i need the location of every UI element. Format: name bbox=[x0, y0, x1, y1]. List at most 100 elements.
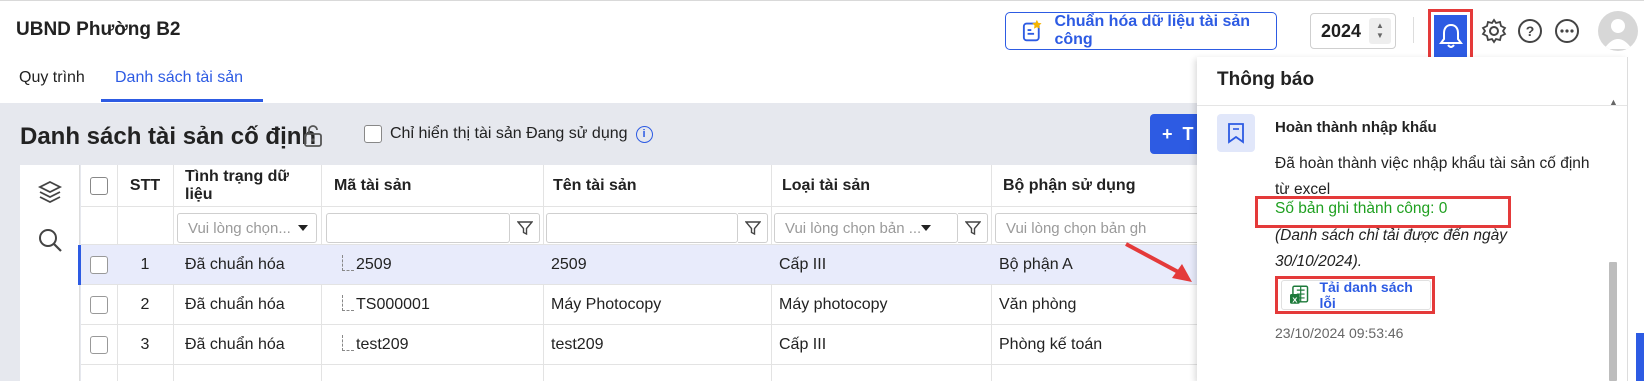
cell-status: Đã chuẩn hóa bbox=[185, 336, 285, 353]
status-filter-placeholder: Vui lòng chọn... bbox=[188, 219, 291, 237]
dept-filter-select[interactable]: Vui lòng chọn bản gh bbox=[995, 213, 1231, 243]
table-row[interactable]: 2 Đã chuẩn hóa TS000001 Máy Photocopy Má… bbox=[81, 285, 1231, 325]
cell-code: 2509 bbox=[356, 256, 392, 273]
cell-dept: Văn phòng bbox=[999, 296, 1077, 313]
app-title: UBND Phường B2 bbox=[16, 19, 181, 40]
annotation-arrow bbox=[1125, 242, 1192, 282]
notification-heading: Hoàn thành nhập khẩu bbox=[1275, 119, 1437, 136]
type-filter-select[interactable]: Vui lòng chọn bản ... bbox=[774, 213, 958, 243]
right-edge-tab[interactable] bbox=[1636, 333, 1644, 381]
download-error-list-label: Tải danh sách lỗi bbox=[1319, 279, 1413, 311]
page-title: Danh sách tài sản cố định bbox=[20, 123, 317, 150]
add-button-label: T bbox=[1182, 123, 1194, 144]
only-in-use-checkbox[interactable] bbox=[364, 125, 382, 143]
year-selector[interactable]: 2024 ▲ ▼ bbox=[1310, 13, 1396, 49]
row-checkbox[interactable] bbox=[90, 336, 108, 354]
asset-table: STT Tình trạng dữ liệu Mã tài sản Tên tà… bbox=[78, 165, 1231, 381]
cell-code: test209 bbox=[356, 336, 409, 353]
cell-stt: 3 bbox=[140, 336, 150, 353]
cell-status: Đã chuẩn hóa bbox=[185, 256, 285, 273]
notification-panel-title: Thông báo bbox=[1217, 69, 1315, 90]
svg-text:?: ? bbox=[1526, 23, 1535, 39]
gear-icon[interactable] bbox=[1480, 17, 1508, 45]
notification-timestamp: 23/10/2024 09:53:46 bbox=[1275, 325, 1404, 341]
download-error-list-button[interactable]: X Tải danh sách lỗi bbox=[1281, 279, 1431, 311]
tree-connector bbox=[342, 295, 354, 311]
bookmark-icon bbox=[1217, 114, 1255, 152]
search-icon[interactable] bbox=[37, 227, 63, 253]
column-header-name[interactable]: Tên tài sản bbox=[543, 165, 771, 207]
filter-row: Vui lòng chọn... Vui lòng chọn bản ... V… bbox=[81, 207, 1231, 245]
select-all-checkbox[interactable] bbox=[90, 176, 108, 195]
cell-dept: Bộ phận A bbox=[999, 256, 1073, 273]
year-spinner[interactable]: ▲ ▼ bbox=[1369, 18, 1391, 44]
filter-icon[interactable] bbox=[738, 213, 768, 243]
notification-divider bbox=[1197, 105, 1627, 106]
info-icon[interactable]: i bbox=[635, 125, 653, 143]
cell-code: TS000001 bbox=[356, 296, 430, 313]
avatar[interactable] bbox=[1598, 11, 1638, 51]
cell-name: test209 bbox=[551, 336, 604, 353]
column-header-stt[interactable]: STT bbox=[117, 165, 173, 207]
only-in-use-label: Chỉ hiển thị tài sản Đang sử dụng bbox=[390, 125, 628, 142]
notification-note: (Danh sách chỉ tải được đến ngày 30/10/2… bbox=[1275, 227, 1508, 270]
tree-connector bbox=[342, 335, 354, 351]
tab-asset-list[interactable]: Danh sách tài sản bbox=[115, 69, 243, 87]
cell-dept: Phòng kế toán bbox=[999, 336, 1103, 353]
active-tab-indicator bbox=[101, 99, 263, 102]
column-header-status[interactable]: Tình trạng dữ liệu bbox=[173, 165, 321, 207]
svg-text:X: X bbox=[1292, 295, 1298, 304]
cell-status: Đã chuẩn hóa bbox=[185, 296, 285, 313]
standardize-button-label: Chuẩn hóa dữ liệu tài sản công bbox=[1054, 13, 1251, 48]
code-filter-input[interactable] bbox=[326, 213, 510, 243]
row-checkbox[interactable] bbox=[90, 296, 108, 314]
side-rail bbox=[20, 165, 80, 381]
cell-name: 2509 bbox=[551, 256, 587, 273]
help-icon[interactable]: ? bbox=[1516, 17, 1544, 45]
select-all-cell bbox=[81, 165, 117, 207]
year-value: 2024 bbox=[1321, 20, 1362, 41]
tree-connector bbox=[342, 255, 354, 271]
selected-row-marker bbox=[78, 245, 81, 285]
cell-type: Cấp III bbox=[779, 336, 827, 353]
header-divider bbox=[1413, 17, 1414, 43]
cell-name: Máy Photocopy bbox=[551, 296, 662, 313]
column-header-type[interactable]: Loại tài sản bbox=[771, 165, 991, 207]
excel-icon: X bbox=[1290, 285, 1309, 304]
notification-success-count: Số bản ghi thành công: 0 bbox=[1275, 200, 1448, 217]
standardize-data-button[interactable]: Chuẩn hóa dữ liệu tài sản công bbox=[1005, 12, 1277, 50]
cell-stt: 2 bbox=[140, 296, 150, 313]
cell-stt: 1 bbox=[140, 256, 150, 273]
row-checkbox[interactable] bbox=[90, 256, 108, 274]
bell-icon bbox=[1439, 23, 1463, 48]
more-icon[interactable] bbox=[1553, 17, 1581, 45]
scrollbar-thumb[interactable] bbox=[1609, 262, 1617, 381]
cell-type: Máy photocopy bbox=[779, 296, 888, 313]
caret-down-icon bbox=[298, 225, 308, 231]
status-filter-select[interactable]: Vui lòng chọn... bbox=[177, 213, 317, 243]
app-header: UBND Phường B2 Chuẩn hóa dữ liệu tài sản… bbox=[0, 0, 1644, 73]
column-header-code[interactable]: Mã tài sản bbox=[321, 165, 543, 207]
column-header-dept[interactable]: Bộ phận sử dụng bbox=[991, 165, 1231, 207]
cell-type: Cấp III bbox=[779, 256, 827, 273]
layers-icon[interactable] bbox=[37, 179, 63, 205]
scroll-up-icon[interactable]: ▲ bbox=[1609, 97, 1618, 107]
filter-icon[interactable] bbox=[958, 213, 988, 243]
chevron-up-icon[interactable]: ▲ bbox=[1376, 21, 1384, 31]
unlock-icon[interactable] bbox=[303, 124, 323, 148]
plus-icon: + bbox=[1162, 123, 1173, 144]
user-icon bbox=[1604, 19, 1632, 49]
table-row[interactable]: 1 Đã chuẩn hóa 2509 2509 Cấp III Bộ phận… bbox=[78, 245, 1231, 285]
chevron-down-icon[interactable]: ▼ bbox=[1376, 31, 1384, 41]
filter-icon[interactable] bbox=[510, 213, 540, 243]
dept-filter-placeholder: Vui lòng chọn bản gh bbox=[1006, 219, 1147, 237]
caret-down-icon bbox=[921, 225, 931, 231]
tab-process[interactable]: Quy trình bbox=[19, 69, 85, 87]
notification-panel: Thông báo Hoàn thành nhập khẩu Đã hoàn t… bbox=[1197, 57, 1627, 381]
only-in-use-filter[interactable]: Chỉ hiển thị tài sản Đang sử dụng i bbox=[364, 125, 653, 143]
notification-scrollbar[interactable]: ▲ bbox=[1607, 97, 1618, 381]
standardize-icon bbox=[1022, 19, 1042, 42]
name-filter-input[interactable] bbox=[546, 213, 738, 243]
type-filter-placeholder: Vui lòng chọn bản ... bbox=[785, 219, 922, 237]
table-row[interactable]: 3 Đã chuẩn hóa test209 test209 Cấp III P… bbox=[81, 325, 1231, 365]
